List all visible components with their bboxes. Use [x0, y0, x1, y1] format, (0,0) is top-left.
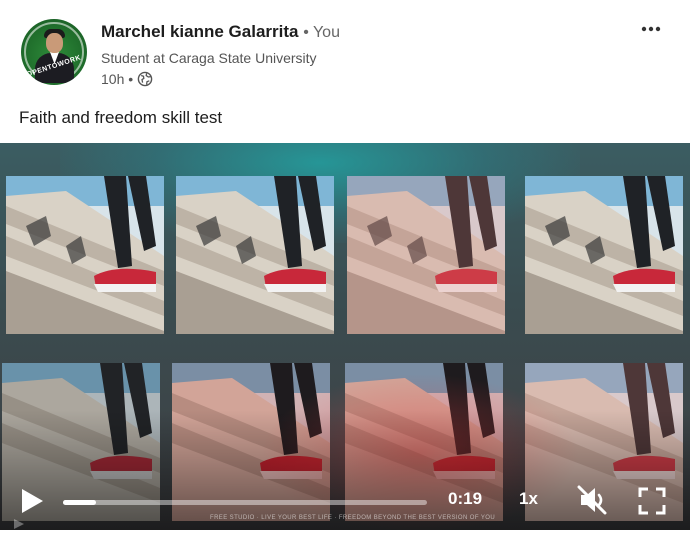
- video-frame-tile: [347, 176, 505, 334]
- feed-post-card: OPENTOWORK Marchel kianne Galarrita • Yo…: [0, 0, 690, 550]
- video-progress-fill: [63, 500, 96, 505]
- play-button[interactable]: [18, 486, 46, 516]
- author-avatar[interactable]: OPENTOWORK: [21, 19, 87, 85]
- fullscreen-icon: [637, 487, 667, 520]
- post-bottom-area: [0, 530, 690, 550]
- more-options-button[interactable]: [636, 17, 666, 41]
- post-timestamp: 10h •: [101, 71, 134, 87]
- author-name[interactable]: Marchel kianne Galarrita: [101, 22, 298, 41]
- post-text: Faith and freedom skill test: [19, 108, 223, 127]
- author-headline: Student at Caraga State University: [101, 50, 317, 66]
- video-controls: 0:19 1x: [0, 479, 690, 525]
- fullscreen-button[interactable]: [637, 486, 667, 516]
- author-relation: • You: [303, 24, 340, 41]
- play-icon: [18, 489, 46, 520]
- playback-speed-button[interactable]: 1x: [519, 489, 538, 509]
- more-horizontal-icon: [641, 26, 661, 32]
- globe-icon: [137, 71, 153, 87]
- author-name-line: Marchel kianne Galarrita • You: [101, 22, 340, 42]
- avatar-head: [46, 33, 63, 53]
- post-meta: 10h •: [101, 71, 153, 87]
- video-frame-tile: [6, 176, 164, 334]
- video-progress-bar[interactable]: [63, 500, 427, 505]
- video-frame-tile: [176, 176, 334, 334]
- video-player[interactable]: FREE STUDIO · LIVE YOUR BEST LIFE · FREE…: [0, 143, 690, 530]
- video-frame-tile: [525, 176, 683, 334]
- mute-button[interactable]: [576, 483, 608, 517]
- volume-muted-icon: [576, 485, 608, 521]
- video-current-time: 0:19: [448, 489, 483, 508]
